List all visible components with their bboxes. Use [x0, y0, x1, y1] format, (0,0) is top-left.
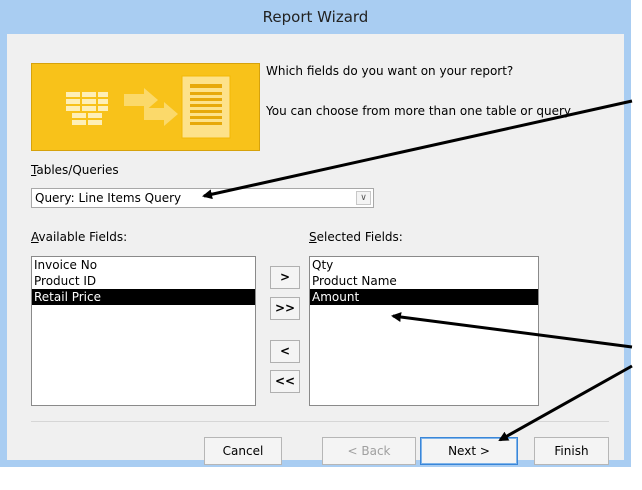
list-item[interactable]: Product ID	[32, 273, 255, 289]
report-wizard-dialog: Report Wizard Which fields do you want o…	[0, 0, 631, 467]
list-item[interactable]: Qty	[310, 257, 538, 273]
dropdown-chevron-icon[interactable]: ∨	[356, 191, 371, 205]
report-wizard-graphic	[31, 63, 260, 151]
list-item[interactable]: Amount	[310, 289, 538, 305]
tables-queries-combobox[interactable]: Query: Line Items Query ∨	[31, 188, 374, 208]
wizard-client-area: Which fields do you want on your report?…	[7, 34, 624, 465]
tables-queries-label: Tables/Queries	[31, 163, 119, 177]
footer-divider	[31, 421, 609, 422]
tables-queries-label-text: ables/Queries	[36, 163, 119, 177]
list-item[interactable]: Retail Price	[32, 289, 255, 305]
available-fields-label: Available Fields:	[31, 230, 128, 244]
cancel-button[interactable]: Cancel	[204, 437, 282, 465]
window-title: Report Wizard	[262, 8, 369, 26]
back-button[interactable]: < Back	[322, 437, 416, 465]
selected-fields-label: Selected Fields:	[309, 230, 403, 244]
fields-transfer-icon	[66, 75, 231, 139]
wizard-hint: You can choose from more than one table …	[266, 104, 574, 118]
list-item[interactable]: Product Name	[310, 273, 538, 289]
available-fields-list[interactable]: Invoice No Product ID Retail Price	[31, 256, 256, 406]
wizard-question: Which fields do you want on your report?	[266, 64, 514, 78]
finish-button[interactable]: Finish	[534, 437, 609, 465]
add-field-button[interactable]: >	[270, 266, 300, 289]
next-button[interactable]: Next >	[420, 437, 518, 465]
remove-all-fields-button[interactable]: <<	[270, 370, 300, 393]
add-all-fields-button[interactable]: >>	[270, 297, 300, 320]
remove-field-button[interactable]: <	[270, 340, 300, 363]
tables-queries-value: Query: Line Items Query	[35, 191, 182, 205]
list-item[interactable]: Invoice No	[32, 257, 255, 273]
selected-fields-list[interactable]: Qty Product Name Amount	[309, 256, 539, 406]
